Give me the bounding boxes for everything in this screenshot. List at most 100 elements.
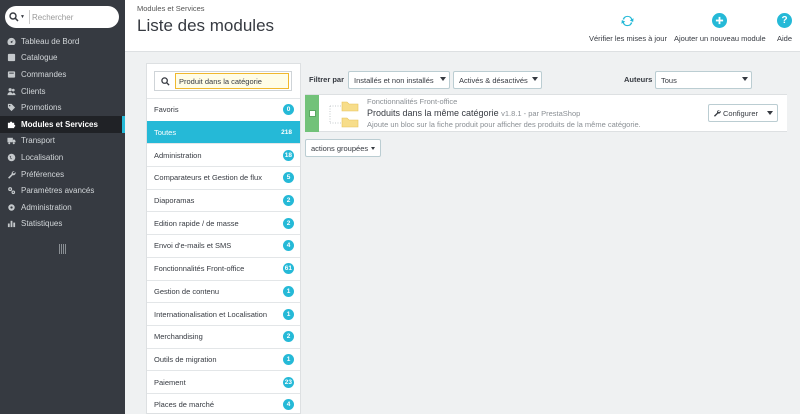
wrench-icon — [711, 109, 723, 117]
sidebar: ▼ Tableau de Bord Catalogue Commandes Clien… — [0, 0, 125, 414]
add-module-label: Ajouter un nouveau module — [674, 34, 766, 43]
chevron-down-icon — [532, 77, 538, 81]
count-badge: 218 — [281, 129, 292, 137]
sidebar-item-label: Clients — [21, 86, 46, 96]
speedometer-icon — [6, 36, 16, 46]
category-label: Edition rapide / de masse — [154, 218, 239, 228]
sidebar-nav: Tableau de Bord Catalogue Commandes Clients… — [0, 33, 125, 232]
category-item[interactable]: Gestion de contenu 1 — [147, 279, 300, 303]
add-module-button[interactable]: Ajouter un nouveau module — [674, 13, 766, 43]
sidebar-item-tag[interactable]: Promotions — [0, 99, 125, 116]
category-item[interactable]: Diaporamas 2 — [147, 188, 300, 212]
sidebar-item-cogs[interactable]: Paramètres avancés — [0, 182, 125, 199]
sidebar-item-speedometer[interactable]: Tableau de Bord — [0, 33, 125, 50]
filter-label: Filtrer par — [309, 75, 345, 84]
category-item[interactable]: Envoi d'e-mails et SMS 4 — [147, 234, 300, 257]
count-badge: 18 — [282, 149, 294, 161]
catalog-icon — [6, 53, 16, 63]
category-label: Diaporamas — [154, 196, 195, 206]
sidebar-item-label: Préférences — [21, 169, 65, 179]
sidebar-item-label: Paramètres avancés — [21, 186, 95, 196]
sidebar-item-catalog[interactable]: Catalogue — [0, 50, 125, 67]
status-filter-select[interactable]: Activés & désactivés — [453, 71, 542, 89]
module-list-area: Filtrer par Installés et non installés A… — [305, 63, 787, 163]
configure-button[interactable]: Configurer — [708, 104, 778, 122]
sidebar-item-label: Promotions — [21, 103, 62, 113]
help-icon: ? — [777, 13, 792, 28]
category-item[interactable]: Edition rapide / de masse 2 — [147, 211, 300, 234]
category-label: Paiement — [154, 377, 186, 387]
status-filter-value: Activés & désactivés — [459, 75, 528, 85]
module-select-cell — [305, 95, 319, 132]
count-badge: 1 — [283, 285, 294, 297]
authors-filter-select[interactable]: Tous — [655, 71, 752, 89]
sidebar-search-input[interactable] — [29, 10, 111, 24]
sidebar-item-label: Modules et Services — [21, 119, 98, 129]
category-item[interactable]: Merchandising 2 — [147, 324, 300, 348]
category-item[interactable]: Internationalisation et Localisation 1 — [147, 302, 300, 325]
category-item[interactable]: Places de marché 4 — [147, 392, 300, 414]
category-label: Comparateurs et Gestion de flux — [154, 173, 262, 183]
breadcrumb[interactable]: Modules et Services — [137, 4, 205, 13]
help-button[interactable]: ? Aide — [777, 13, 792, 43]
truck-icon — [6, 136, 16, 146]
count-badge: 2 — [283, 331, 294, 343]
authors-label: Auteurs — [624, 75, 653, 84]
module-search-input[interactable] — [175, 73, 289, 89]
category-label: Envoi d'e-mails et SMS — [154, 241, 232, 251]
count-badge: 23 — [282, 376, 294, 388]
sidebar-item-cart[interactable]: Commandes — [0, 66, 125, 83]
sidebar-item-puzzle[interactable]: Modules et Services — [0, 115, 125, 133]
category-label: Outils de migration — [154, 354, 217, 364]
count-badge: 2 — [283, 217, 294, 229]
wrench-icon — [6, 169, 16, 179]
sidebar-item-wrench[interactable]: Préférences — [0, 166, 125, 183]
configure-label: Configurer — [723, 108, 759, 118]
category-item[interactable]: Comparateurs et Gestion de flux 5 — [147, 166, 300, 189]
bulk-actions-button[interactable]: actions groupées — [305, 139, 382, 157]
module-search[interactable] — [154, 71, 292, 91]
count-badge: 1 — [283, 353, 294, 365]
category-label: Gestion de contenu — [154, 286, 220, 296]
category-item[interactable]: Administration 18 — [147, 143, 300, 166]
sidebar-collapse-handle[interactable] — [57, 244, 67, 256]
check-updates-button[interactable]: Vérifier les mises à jour — [589, 13, 667, 43]
search-icon[interactable]: ▼ — [5, 12, 29, 22]
count-badge: 5 — [283, 172, 294, 184]
count-badge: 1 — [283, 308, 294, 320]
cart-icon — [6, 69, 16, 79]
module-name: Produits dans la même catégorie — [367, 108, 499, 118]
category-item[interactable]: Paiement 23 — [147, 370, 300, 393]
page-title: Liste des modules — [137, 16, 275, 35]
count-badge: 0 — [283, 104, 294, 116]
bulk-actions-label: actions groupées — [311, 143, 369, 153]
sidebar-search[interactable]: ▼ — [5, 6, 119, 28]
folder-icon — [327, 99, 363, 129]
install-filter-select[interactable]: Installés et non installés — [348, 71, 450, 89]
category-item[interactable]: Favoris 0 — [147, 98, 300, 121]
category-label: Toutes — [154, 128, 177, 138]
module-description: Ajoute un bloc sur la fiche produit pour… — [367, 120, 641, 129]
sidebar-item-label: Commandes — [21, 69, 67, 79]
category-label: Merchandising — [154, 332, 203, 342]
sidebar-item-truck[interactable]: Transport — [0, 133, 125, 150]
plus-circle-icon — [712, 13, 728, 28]
sidebar-item-bar-chart[interactable]: Statistiques — [0, 216, 125, 233]
category-label: Fonctionnalités Front-office — [154, 264, 245, 274]
module-checkbox[interactable] — [308, 110, 316, 117]
sidebar-item-gear[interactable]: Administration — [0, 199, 125, 216]
configure-dropdown-toggle[interactable] — [763, 105, 777, 121]
module-row: Fonctionnalités Front-office Produits da… — [305, 94, 787, 132]
sidebar-item-label: Tableau de Bord — [21, 36, 80, 46]
users-icon — [6, 86, 16, 96]
module-category: Fonctionnalités Front-office — [367, 97, 458, 106]
sidebar-item-label: Transport — [21, 136, 55, 146]
category-item[interactable]: Fonctionnalités Front-office 61 — [147, 256, 300, 280]
chevron-down-icon — [440, 77, 446, 81]
sidebar-item-globe[interactable]: Localisation — [0, 149, 125, 166]
count-badge: 61 — [282, 263, 294, 275]
sidebar-item-users[interactable]: Clients — [0, 83, 125, 100]
category-item[interactable]: Outils de migration 1 — [147, 347, 300, 371]
category-item[interactable]: Toutes 218 — [147, 120, 300, 144]
puzzle-icon — [6, 119, 16, 129]
